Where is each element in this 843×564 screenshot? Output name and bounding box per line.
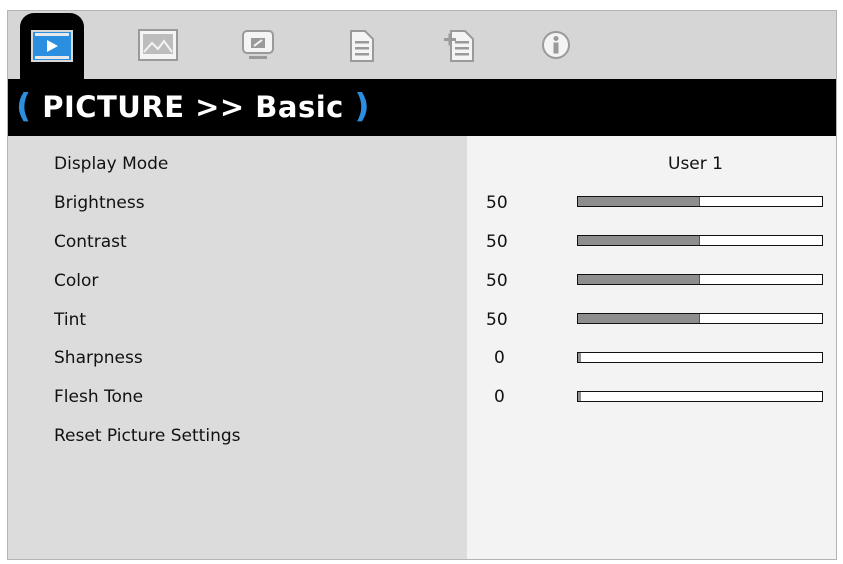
sharpness-slider[interactable]: [577, 352, 823, 363]
title-open-paren: (: [16, 86, 32, 125]
tab-picture[interactable]: [20, 13, 84, 79]
title-bar: ( PICTURE >> Basic ): [8, 79, 836, 136]
tint-slider[interactable]: [577, 313, 823, 324]
flesh-tone-slider-fill: [578, 392, 581, 401]
display-icon: [138, 29, 178, 61]
menu-item-color[interactable]: Color: [54, 270, 98, 292]
menu-item-reset-picture-settings[interactable]: Reset Picture Settings: [54, 425, 241, 447]
flesh-tone-slider[interactable]: [577, 391, 823, 402]
setup-icon: [241, 29, 275, 61]
color-slider-fill: [578, 275, 700, 284]
menu-item-flesh-tone[interactable]: Flesh Tone: [54, 386, 143, 408]
options-advanced-icon: [443, 27, 477, 63]
brightness-slider[interactable]: [577, 196, 823, 207]
brightness-value: 50: [486, 193, 508, 213]
flesh-tone-value: 0: [494, 387, 505, 407]
contrast-value: 50: [486, 232, 508, 252]
tint-slider-fill: [578, 314, 700, 323]
menu-item-display-mode[interactable]: Display Mode: [54, 153, 168, 175]
menu-item-tint[interactable]: Tint: [54, 309, 86, 331]
info-icon: [541, 30, 571, 60]
tab-bar: [8, 11, 836, 79]
osd-menu: ( PICTURE >> Basic ) Display Mode User 1…: [7, 10, 837, 560]
contrast-slider[interactable]: [577, 235, 823, 246]
brightness-slider-fill: [578, 197, 700, 206]
title-close-paren: ): [354, 86, 371, 125]
tab-display[interactable]: [126, 14, 190, 76]
contrast-slider-fill: [578, 236, 700, 245]
tint-value: 50: [486, 310, 508, 330]
sharpness-slider-fill: [578, 353, 581, 362]
options-icon: [347, 27, 377, 63]
color-slider[interactable]: [577, 274, 823, 285]
menu-item-sharpness[interactable]: Sharpness: [54, 347, 143, 369]
menu-item-brightness[interactable]: Brightness: [54, 192, 145, 214]
tab-info[interactable]: [524, 14, 588, 76]
tab-options[interactable]: [330, 14, 394, 76]
menu-item-contrast[interactable]: Contrast: [54, 231, 127, 253]
sharpness-value: 0: [494, 348, 505, 368]
title-text: PICTURE >> Basic: [42, 90, 344, 124]
picture-icon: [31, 30, 73, 62]
color-value: 50: [486, 271, 508, 291]
page-title: ( PICTURE >> Basic ): [16, 87, 370, 126]
display-mode-value[interactable]: User 1: [668, 153, 723, 175]
tab-options-advanced[interactable]: [428, 14, 492, 76]
tab-setup[interactable]: [226, 14, 290, 76]
